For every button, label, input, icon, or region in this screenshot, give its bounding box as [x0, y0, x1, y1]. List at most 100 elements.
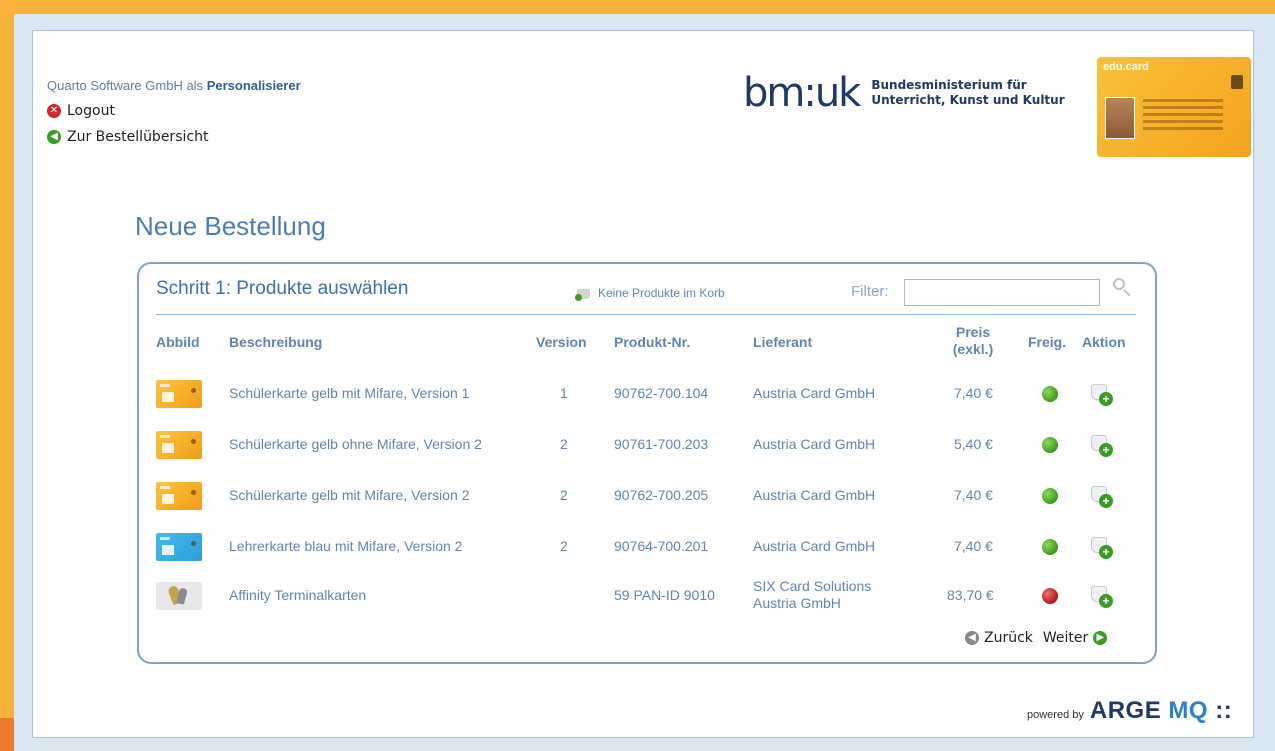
supplier-cell: Austria Card GmbH — [753, 487, 876, 503]
table-row: Schülerkarte gelb mit Mifare, Version 1 … — [139, 374, 1155, 414]
educard-title: edu.card — [1103, 61, 1149, 73]
column-header-product-no: Produkt-Nr. — [614, 334, 691, 350]
add-to-basket-button[interactable]: + — [1089, 584, 1113, 608]
price-cell: 7,40 € — [954, 538, 993, 554]
column-header-version: Version — [536, 334, 587, 350]
search-icon[interactable] — [1113, 278, 1133, 298]
table-row: Lehrerkarte blau mit Mifare, Version 2 2… — [139, 527, 1155, 567]
product-no-cell: 90761-700.203 — [614, 436, 709, 452]
status-released-icon — [1042, 539, 1058, 555]
page: Quarto Software GmbH als Personalisierer… — [32, 30, 1254, 738]
close-circle-icon: ✕ — [47, 104, 61, 118]
logout-link[interactable]: ✕ Logout — [47, 103, 115, 119]
next-button[interactable]: Weiter ▶ — [1042, 630, 1108, 646]
educard-text-lines — [1143, 99, 1223, 134]
ministry-name: Bundesministerium für Unterricht, Kunst … — [871, 78, 1064, 108]
product-no-cell: 90764-700.201 — [614, 538, 709, 554]
educard-photo — [1105, 97, 1135, 139]
basket-icon — [575, 286, 593, 301]
basket-status-label: Keine Produkte im Korb — [598, 286, 725, 300]
product-no-cell: 59 PAN-ID 9010 — [614, 587, 715, 603]
supplier-line1: SIX Card Solutions — [753, 578, 872, 594]
description-link[interactable]: Affinity Terminalkarten — [229, 587, 366, 603]
column-header-description: Beschreibung — [229, 334, 323, 350]
filter-input[interactable] — [904, 279, 1100, 306]
yellow-card-thumbnail — [156, 431, 202, 459]
table-row: Schülerkarte gelb ohne Mifare, Version 2… — [139, 425, 1155, 465]
column-header-price: Preis (exkl.) — [943, 324, 1003, 358]
supplier-cell: Austria Card GmbH — [753, 436, 876, 452]
column-header-image: Abbild — [156, 334, 200, 350]
supplier-cell: Austria Card GmbH — [753, 385, 876, 401]
arrow-left-circle-icon: ◀ — [965, 631, 979, 645]
pager: ◀ Zurück Weiter ▶ — [965, 630, 1108, 646]
keys-thumbnail — [156, 582, 202, 610]
brand-mq: MQ — [1168, 697, 1209, 724]
table-row: Schülerkarte gelb mit Mifare, Version 2 … — [139, 476, 1155, 516]
company-prefix: Quarto Software GmbH als — [47, 78, 204, 93]
blue-card-thumbnail — [156, 533, 202, 561]
educard-image: edu.card — [1097, 57, 1251, 157]
company-line: Quarto Software GmbH als Personalisierer — [47, 78, 301, 93]
ministry-name-line1: Bundesministerium für — [871, 78, 1027, 92]
yellow-card-thumbnail — [156, 482, 202, 510]
product-no-cell: 90762-700.104 — [614, 385, 709, 401]
price-cell: 5,40 € — [954, 436, 993, 452]
product-panel: Schritt 1: Produkte auswählen Keine Prod… — [137, 262, 1157, 664]
ministry-name-line2: Unterricht, Kunst und Kultur — [871, 93, 1065, 107]
ministry-logo: bm:uk Bundesministerium für Unterricht, … — [743, 73, 1065, 113]
version-cell: 2 — [560, 538, 568, 554]
yellow-card-thumbnail — [156, 380, 202, 408]
status-released-icon — [1042, 437, 1058, 453]
version-cell: 2 — [560, 436, 568, 452]
back-button[interactable]: ◀ Zurück — [965, 630, 1033, 646]
brand-suffix: :: — [1215, 697, 1233, 724]
description-link[interactable]: Schülerkarte gelb ohne Mifare, Version 2 — [229, 436, 482, 452]
order-overview-label: Zur Bestellübersicht — [67, 129, 209, 145]
price-header-line2: (exkl.) — [952, 341, 994, 357]
supplier-cell: Austria Card GmbH — [753, 538, 876, 554]
status-released-icon — [1042, 386, 1058, 402]
order-overview-link[interactable]: ◀ Zur Bestellübersicht — [47, 129, 208, 145]
brand-logo: ARGE MQ :: — [1090, 697, 1232, 725]
add-to-basket-button[interactable]: + — [1089, 484, 1113, 508]
add-to-basket-button[interactable]: + — [1089, 535, 1113, 559]
crest-icon — [1231, 75, 1243, 89]
description-link[interactable]: Schülerkarte gelb mit Mifare, Version 2 — [229, 487, 469, 503]
filter-label: Filter: — [851, 283, 889, 300]
back-label: Zurück — [984, 630, 1033, 646]
supplier-line2: Austria GmbH — [753, 595, 841, 611]
ministry-logo-mark: bm:uk — [743, 70, 861, 116]
product-no-cell: 90762-700.205 — [614, 487, 709, 503]
header-divider — [156, 314, 1136, 315]
price-cell: 83,70 € — [947, 587, 994, 603]
version-cell: 2 — [560, 487, 568, 503]
step-title: Schritt 1: Produkte auswählen — [156, 278, 409, 299]
arrow-right-circle-icon: ▶ — [1093, 631, 1108, 645]
description-link[interactable]: Schülerkarte gelb mit Mifare, Version 1 — [229, 385, 469, 401]
price-cell: 7,40 € — [954, 385, 993, 401]
corner-accent — [0, 718, 14, 751]
status-not-released-icon — [1042, 588, 1058, 604]
version-cell: 1 — [560, 385, 568, 401]
arrow-left-circle-icon: ◀ — [47, 130, 61, 144]
column-header-released: Freig. — [1028, 334, 1067, 350]
column-header-supplier: Lieferant — [753, 334, 813, 350]
brand-arge: ARGE — [1089, 697, 1162, 724]
add-to-basket-button[interactable]: + — [1089, 382, 1113, 406]
add-to-basket-button[interactable]: + — [1089, 433, 1113, 457]
logout-label: Logout — [67, 103, 115, 119]
price-header-line1: Preis — [955, 324, 991, 340]
supplier-cell: SIX Card Solutions Austria GmbH — [753, 578, 871, 612]
price-cell: 7,40 € — [954, 487, 993, 503]
column-header-action: Aktion — [1082, 334, 1126, 350]
basket-status[interactable]: Keine Produkte im Korb — [575, 286, 725, 301]
powered-by: powered by ARGE MQ :: — [1027, 697, 1232, 725]
powered-by-label: powered by — [1027, 709, 1084, 721]
description-link[interactable]: Lehrerkarte blau mit Mifare, Version 2 — [229, 538, 462, 554]
next-label: Weiter — [1042, 630, 1089, 646]
company-role: Personalisierer — [206, 78, 301, 93]
page-title: Neue Bestellung — [135, 211, 326, 241]
table-row: Affinity Terminalkarten 59 PAN-ID 9010 S… — [139, 578, 1155, 618]
status-released-icon — [1042, 488, 1058, 504]
